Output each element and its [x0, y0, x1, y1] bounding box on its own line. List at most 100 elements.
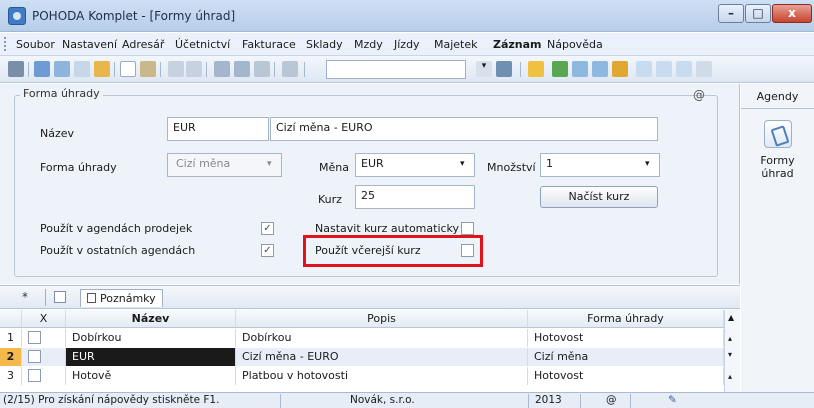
window-icon[interactable] [636, 61, 652, 77]
auto-kurz-checkbox[interactable] [461, 222, 474, 235]
status-separator [528, 394, 529, 408]
tab-poznamky[interactable]: Poznámky [80, 289, 163, 307]
cell-nazev-selected[interactable]: EUR [66, 348, 236, 366]
nazev-text-value: Cizí měna - EURO [276, 121, 373, 134]
toolbar: ▾ [0, 56, 814, 83]
folder-icon[interactable] [528, 61, 544, 77]
minimize-button[interactable]: – [718, 4, 744, 23]
filter-tab-icon[interactable] [54, 291, 66, 303]
nacist-kurz-button[interactable]: Načíst kurz [540, 186, 658, 208]
toolbar-separator [520, 62, 521, 77]
close-button[interactable]: x [772, 4, 812, 23]
calculator-icon[interactable] [592, 61, 608, 77]
auto-kurz-label: Nastavit kurz automaticky [315, 222, 460, 235]
search-icon[interactable] [34, 61, 50, 77]
row-checkbox-cell[interactable] [22, 367, 66, 385]
menu-mzdy[interactable]: Mzdy [354, 38, 383, 51]
menu-soubor[interactable]: Soubor [16, 38, 55, 51]
export-icon[interactable] [94, 61, 110, 77]
menu-sklady[interactable]: Sklady [306, 38, 343, 51]
kurz-value: 25 [361, 189, 375, 202]
nazev-text-input[interactable]: Cizí měna - EURO [270, 117, 658, 141]
filter-icon[interactable] [496, 61, 512, 77]
forma-dropdown-icon[interactable]: ▾ [267, 159, 272, 169]
row-checkbox[interactable] [28, 331, 41, 344]
row-checkbox[interactable] [28, 369, 41, 382]
help-pointer-icon[interactable] [696, 61, 712, 77]
row-checkbox[interactable] [28, 350, 41, 363]
highlight-frame [303, 235, 483, 267]
mena-value: EUR [361, 157, 384, 170]
status-edit-icon: ✎ [668, 394, 677, 406]
maximize-button[interactable]: □ [745, 4, 771, 23]
copy-icon[interactable] [282, 61, 298, 77]
cell-nazev: Hotově [66, 367, 236, 385]
window-split-icon[interactable] [676, 61, 692, 77]
row-checkbox-cell[interactable] [22, 329, 66, 347]
toolbar-separator [160, 62, 161, 77]
status-separator [580, 394, 581, 408]
scroll-up-icon[interactable]: ▴ [728, 334, 732, 343]
mena-dropdown-icon[interactable]: ▾ [460, 159, 465, 169]
table-icon[interactable] [572, 61, 588, 77]
kurz-label: Kurz [318, 193, 342, 206]
formy-label-line1: Formy [760, 154, 795, 167]
forma-uhrady-select[interactable]: Cizí měna ▾ [167, 153, 282, 177]
cell-forma: Hotovost [528, 329, 724, 347]
kurz-input[interactable]: 25 [355, 185, 475, 209]
header-nazev[interactable]: Název [66, 310, 236, 328]
delete-icon[interactable] [254, 61, 270, 77]
edit-icon[interactable] [140, 61, 156, 77]
menu-adresar[interactable]: Adresář [122, 38, 164, 51]
at-symbol: @ [693, 88, 705, 102]
back-icon[interactable] [168, 61, 184, 77]
dropdown-arrow-icon[interactable] [186, 61, 202, 77]
formy-label-line2: úhrad [761, 167, 794, 180]
header-x[interactable]: X [22, 310, 66, 328]
scroll-down-icon[interactable]: ▾ [728, 350, 732, 359]
green-leaf-icon[interactable] [552, 61, 568, 77]
ostatnich-checkbox[interactable]: ✓ [261, 244, 274, 257]
mnozstvi-dropdown-icon[interactable]: ▾ [645, 159, 650, 169]
menu-ucetnictvi[interactable]: Účetnictví [175, 38, 230, 51]
menu-zaznam[interactable]: Záznam [493, 38, 542, 51]
save-copy-icon[interactable] [234, 61, 250, 77]
mnozstvi-select[interactable]: 1 ▾ [540, 153, 660, 177]
window-list-icon[interactable] [656, 61, 672, 77]
preview-icon[interactable] [74, 61, 90, 77]
menu-majetek[interactable]: Majetek [434, 38, 478, 51]
toolbar-combo-input[interactable] [326, 60, 466, 79]
mena-label: Měna [319, 161, 349, 174]
users-icon[interactable] [612, 61, 628, 77]
agendy-title: Agendy [756, 90, 799, 103]
cell-nazev: Dobírkou [66, 329, 236, 347]
menu-grip-icon[interactable] [4, 37, 7, 51]
menu-nastaveni[interactable]: Nastavení [62, 38, 117, 51]
row-checkbox-cell[interactable] [22, 348, 66, 366]
scroll-top-icon[interactable]: ▲ [728, 313, 734, 322]
formy-uhrad-icon[interactable] [764, 120, 792, 148]
tabs-bar: * Poznámky [0, 285, 740, 309]
print-icon[interactable] [54, 61, 70, 77]
mena-select[interactable]: EUR ▾ [355, 153, 475, 177]
table-scrollbar[interactable]: ▲ ▴ ▾ ▴ [724, 310, 740, 392]
menu-jizdy[interactable]: Jízdy [394, 38, 420, 51]
prodejek-checkbox[interactable]: ✓ [261, 222, 274, 235]
combo-dropdown-icon[interactable]: ▾ [476, 61, 492, 77]
cell-forma: Cizí měna [528, 348, 724, 366]
menu-fakturace[interactable]: Fakturace [242, 38, 296, 51]
nazev-code-input[interactable]: EUR [167, 117, 269, 141]
save-icon[interactable] [214, 61, 230, 77]
status-bar: (2/15) Pro získání nápovědy stiskněte F1… [0, 392, 814, 408]
menu-napoveda[interactable]: Nápověda [547, 38, 603, 51]
formy-uhrad-label[interactable]: Formy úhrad [741, 154, 814, 180]
header-forma-uhrady[interactable]: Forma úhrady [528, 310, 724, 328]
grip-icon[interactable] [8, 61, 24, 77]
scroll-bottom-icon[interactable]: ▴ [728, 372, 732, 381]
status-help-text: (2/15) Pro získání nápovědy stiskněte F1… [3, 394, 220, 406]
header-popis[interactable]: Popis [236, 310, 528, 328]
new-record-icon[interactable] [120, 61, 136, 77]
pohoda-app-icon[interactable] [8, 7, 26, 25]
toolbar-separator [28, 62, 29, 77]
star-tab[interactable]: * [22, 290, 28, 304]
